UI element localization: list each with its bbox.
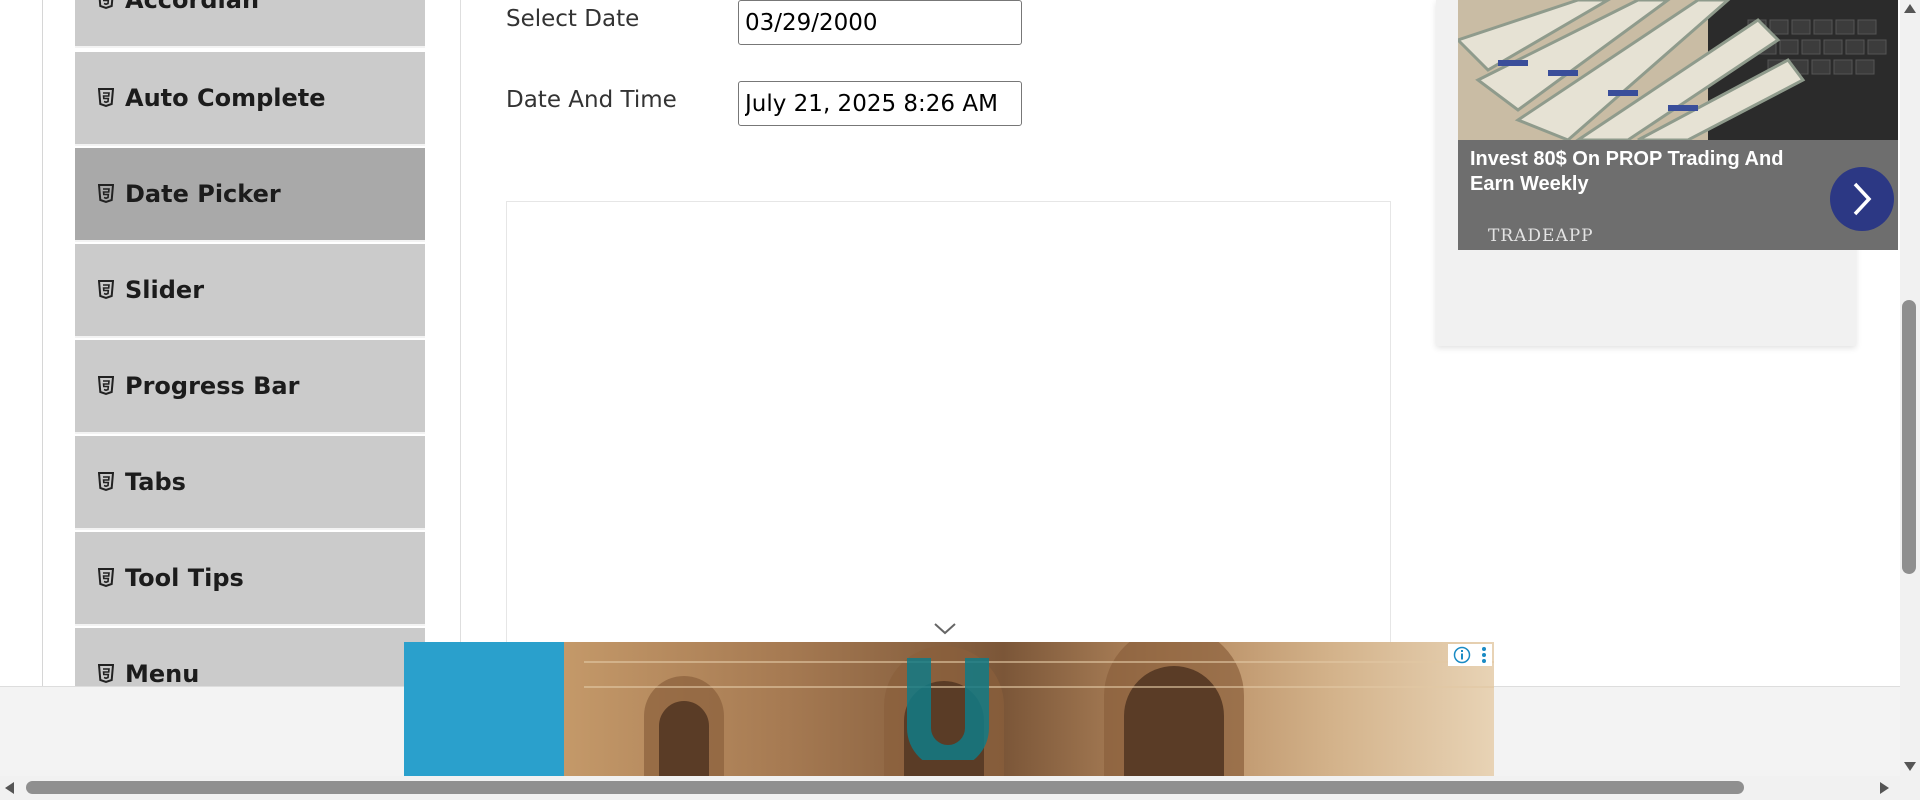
select-date-label: Select Date [506,6,640,32]
sidebar-item-label: Tabs [125,468,186,496]
scroll-right-arrow-icon[interactable] [1880,782,1889,794]
horizontal-scroll-thumb[interactable] [26,781,1744,794]
html5-icon [95,183,117,205]
sidebar-item-label: Auto Complete [125,84,326,112]
info-icon[interactable] [1453,646,1471,664]
sidebar-item-label: Date Picker [125,180,281,208]
chevron-right-icon [1853,182,1872,216]
more-vertical-icon[interactable] [1481,646,1487,664]
html5-icon [95,375,117,397]
ad-choices[interactable] [1448,644,1492,666]
sidebar-item-label: Accordian [125,0,260,14]
sidebar-item-tabs[interactable]: Tabs [75,436,425,530]
scroll-left-arrow-icon[interactable] [5,782,14,794]
sidebar-item-slider[interactable]: Slider [75,244,425,338]
chevron-down-icon[interactable] [932,620,958,638]
date-time-input[interactable] [738,81,1022,126]
sidebar-item-auto-complete[interactable]: Auto Complete [75,52,425,146]
select-date-input[interactable] [738,0,1022,45]
ad-right-image[interactable] [1458,0,1898,140]
date-time-label: Date And Time [506,87,677,113]
ad-right-brand: TRADEAPP [1488,226,1594,246]
html5-icon [95,471,117,493]
html5-icon [95,567,117,589]
html5-icon [95,87,117,109]
scroll-down-arrow-icon[interactable] [1904,762,1916,771]
ad-logo-icon [905,656,991,769]
sidebar-item-progress-bar[interactable]: Progress Bar [75,340,425,434]
sidebar-item-label: Menu [125,660,200,688]
sidebar-item-date-picker[interactable]: Date Picker [75,148,425,242]
scroll-up-arrow-icon[interactable] [1904,4,1916,13]
sidebar-item-label: Tool Tips [125,564,244,592]
ad-next-button[interactable] [1830,167,1894,231]
html5-icon [95,0,117,11]
content-border [460,0,461,686]
ad-right-title[interactable]: Invest 80$ On PROP Trading And Earn Week… [1470,147,1830,197]
sidebar-border [42,0,43,686]
html5-icon [95,663,117,685]
sidebar-item-accordian[interactable]: Accordian [75,0,425,48]
sidebar-item-tool-tips[interactable]: Tool Tips [75,532,425,626]
sidebar-item-label: Progress Bar [125,372,300,400]
html5-icon [95,279,117,301]
sidebar-item-label: Slider [125,276,205,304]
vertical-scroll-thumb[interactable] [1902,300,1916,574]
